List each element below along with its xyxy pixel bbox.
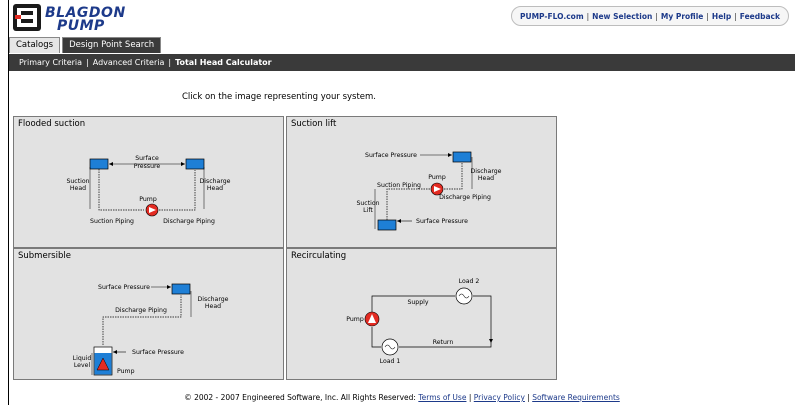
label-discharge: Discharge — [200, 178, 231, 185]
label-pump: Pump — [346, 316, 364, 323]
panel-suction-lift[interactable]: Suction lift Surface Pressure Discharge … — [286, 116, 557, 248]
panel-recirculating[interactable]: Recirculating Load 2 Supply Pump Load 1 … — [286, 248, 557, 380]
link-feedback[interactable]: Feedback — [740, 12, 780, 21]
label-discharge: Discharge — [471, 168, 502, 175]
tab-bar: Catalogs Design Point Search — [9, 37, 163, 53]
header: BLAGDON PUMP PUMP-FLO.com | New Selection… — [9, 0, 795, 36]
label-suction-piping: Suction Piping — [377, 182, 421, 189]
flooded-suction-diagram: Surface Pressure Suction Head Pump Disch… — [66, 155, 231, 225]
link-new-selection[interactable]: New Selection — [592, 12, 652, 21]
label-head: Head — [205, 303, 221, 310]
destination-tank-icon — [185, 158, 205, 170]
label-head2: Head — [207, 185, 223, 192]
label-liquid: Liquid — [73, 355, 92, 362]
label-surface-pressure: Surface Pressure — [365, 152, 417, 159]
label-surface: Surface — [135, 155, 159, 162]
brand-name-line2: PUMP — [57, 18, 105, 34]
label-return: Return — [433, 339, 454, 346]
label-supply: Supply — [407, 299, 428, 306]
top-links-bar: PUMP-FLO.com | New Selection | My Profile |… — [511, 6, 789, 26]
destination-tank-icon — [452, 151, 472, 163]
label-discharge-piping: Discharge Piping — [439, 194, 491, 201]
subnav-total-head-calculator[interactable]: Total Head Calculator — [175, 58, 272, 67]
panel-submersible[interactable]: Submersible Surface Pressure Discharge H… — [13, 248, 284, 380]
label-head: Head — [478, 175, 494, 182]
link-pump-flo[interactable]: PUMP-FLO.com — [520, 12, 584, 21]
label-pump: Pump — [139, 196, 157, 203]
label-discharge-piping: Discharge Piping — [115, 307, 167, 314]
system-image-grid: Flooded suction Surface Pressure Suction… — [13, 116, 558, 380]
brand-logo[interactable]: BLAGDON PUMP — [13, 3, 125, 34]
label-load-2: Load 2 — [459, 278, 480, 285]
suction-lift-diagram: Surface Pressure Discharge Head Pump Suc… — [356, 151, 502, 231]
footer: © 2002 - 2007 Engineered Software, Inc. … — [184, 393, 620, 402]
instruction-text: Click on the image representing your sys… — [181, 92, 376, 102]
label-discharge-piping: Discharge Piping — [163, 218, 215, 225]
label-surface-pressure-2: Surface Pressure — [132, 349, 184, 356]
copyright-text: © 2002 - 2007 Engineered Software, Inc. … — [184, 393, 416, 402]
link-software-requirements[interactable]: Software Requirements — [532, 393, 620, 402]
label-pressure: Pressure — [134, 163, 161, 170]
submersible-diagram: Surface Pressure Discharge Head Discharg… — [73, 283, 229, 376]
label-surface-pressure-2: Surface Pressure — [416, 218, 468, 225]
label-surface-pressure: Surface Pressure — [98, 284, 150, 291]
label-load-1: Load 1 — [380, 358, 401, 365]
panel-flooded-suction[interactable]: Flooded suction Surface Pressure Suction… — [13, 116, 284, 248]
logo-badge-icon — [13, 4, 41, 31]
link-privacy-policy[interactable]: Privacy Policy — [474, 393, 525, 402]
link-help[interactable]: Help — [712, 12, 731, 21]
label-pump: Pump — [117, 368, 135, 375]
label-pump: Pump — [428, 174, 446, 181]
label-suction: Suction — [66, 178, 89, 185]
label-head: Head — [70, 185, 86, 192]
link-my-profile[interactable]: My Profile — [661, 12, 704, 21]
link-terms-of-use[interactable]: Terms of Use — [418, 393, 466, 402]
subnav-advanced-criteria[interactable]: Advanced Criteria — [93, 58, 165, 67]
source-tank-icon — [377, 219, 397, 231]
label-suction-piping: Suction Piping — [90, 218, 134, 225]
subnav-primary-criteria[interactable]: Primary Criteria — [19, 58, 82, 67]
recirculating-diagram: Load 2 Supply Pump Load 1 Return — [346, 278, 493, 365]
window-frame-left — [0, 0, 9, 405]
label-lift: Lift — [363, 207, 373, 214]
label-discharge: Discharge — [198, 296, 229, 303]
label-level: Level — [74, 362, 91, 369]
tab-catalogs[interactable]: Catalogs — [9, 37, 61, 53]
source-tank-icon — [89, 158, 109, 170]
label-suction: Suction — [356, 200, 379, 207]
sub-navigation: Primary Criteria | Advanced Criteria | Tot… — [9, 54, 795, 71]
destination-tank-icon — [171, 283, 191, 295]
tab-design-point-search[interactable]: Design Point Search — [62, 37, 162, 53]
